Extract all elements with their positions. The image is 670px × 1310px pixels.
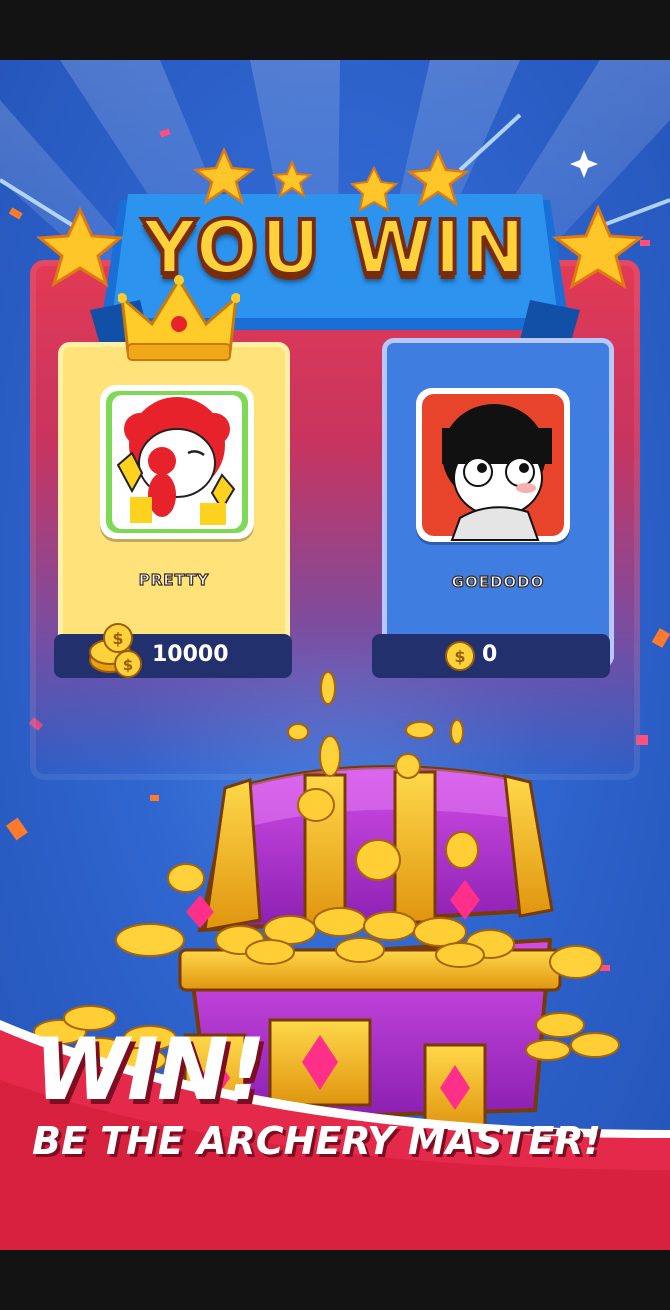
- top-letterbox: [0, 0, 670, 60]
- tagline: BE THE ARCHERY MASTER!: [32, 1119, 601, 1163]
- win-headline: WIN!: [34, 1020, 266, 1120]
- game-screen: YOU WIN PRETTY GOEDODO $ $ 10000 $ 0 WIN…: [0, 0, 670, 1310]
- bottom-letterbox: [0, 1250, 670, 1310]
